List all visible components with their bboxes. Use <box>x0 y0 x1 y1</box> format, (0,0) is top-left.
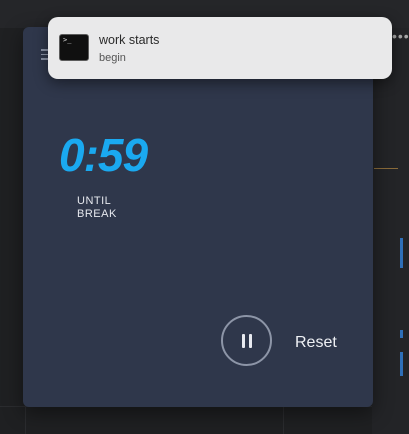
background-scroll-indicator <box>400 330 403 338</box>
notification-title: work starts <box>99 33 160 47</box>
timer-popover: 0:59 UNTIL BREAK Reset <box>23 27 373 407</box>
background-side-panel <box>372 28 409 434</box>
overflow-menu-icon[interactable]: ••• <box>392 28 409 44</box>
pause-button[interactable] <box>221 315 272 366</box>
notification-banner[interactable]: >_ work starts begin <box>48 17 392 79</box>
pause-icon <box>241 333 252 348</box>
notification-body: begin <box>99 52 126 64</box>
terminal-prompt-glyph: >_ <box>63 36 72 44</box>
timer-status-label: UNTIL BREAK <box>77 195 117 220</box>
background-marker <box>374 168 398 169</box>
time-remaining: 0:59 <box>59 129 148 181</box>
reset-button[interactable]: Reset <box>295 334 337 352</box>
background-scroll-indicator <box>400 352 403 376</box>
terminal-icon: >_ <box>59 34 89 61</box>
background-scroll-indicator <box>400 238 403 268</box>
